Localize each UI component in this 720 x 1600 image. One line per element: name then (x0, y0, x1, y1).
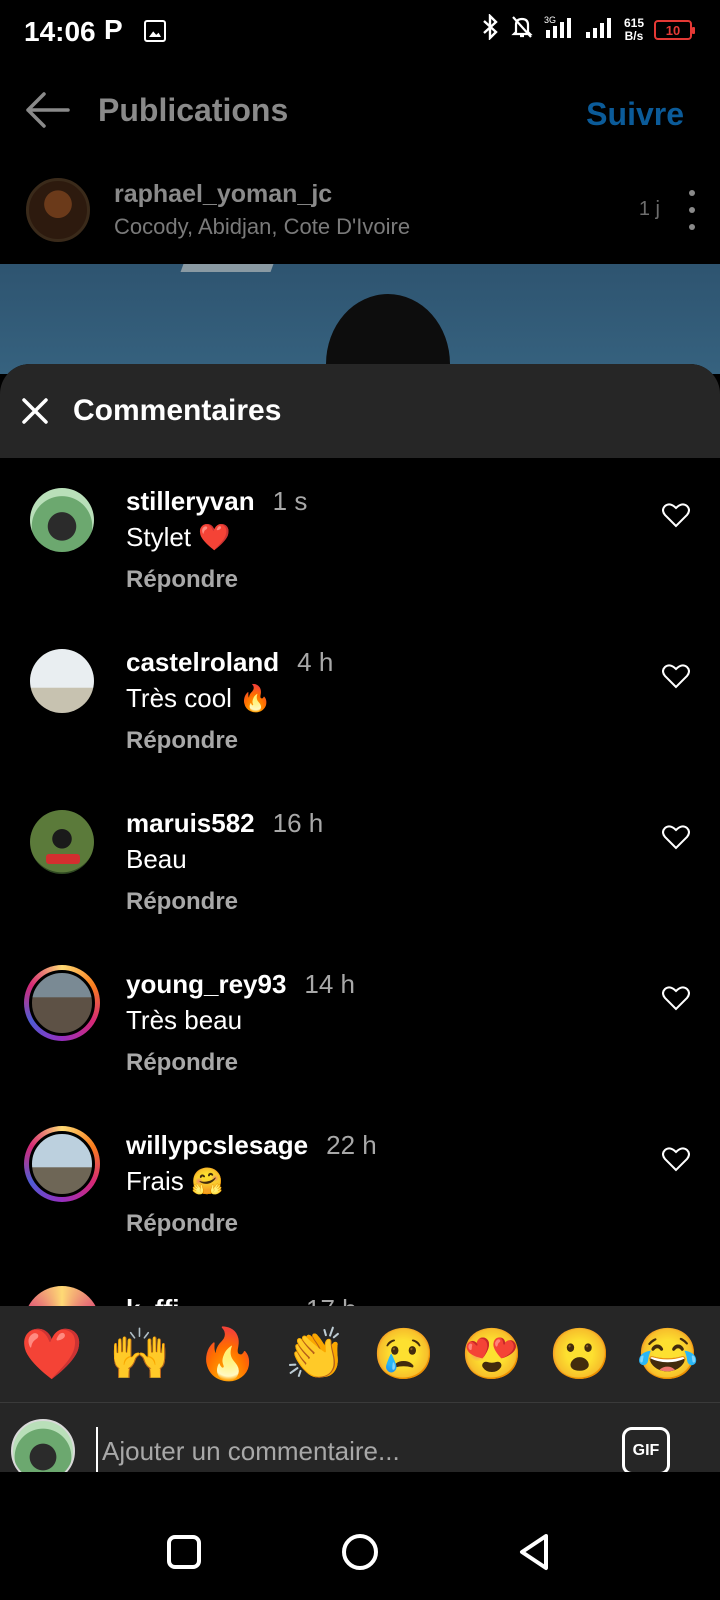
system-navigation-bar (0, 1504, 720, 1600)
commenter-avatar[interactable] (30, 810, 94, 874)
quick-reactions-bar: ❤️ 🙌 🔥 👏 😢 😍 😮 😂 (0, 1306, 720, 1402)
comment-time: 1 s (272, 486, 308, 516)
status-icons: 3G 615 B/s 10 (480, 13, 695, 46)
reaction-clap[interactable]: 👏 (282, 1326, 350, 1382)
comment-time: 17 h (306, 1294, 357, 1306)
comment-time: 16 h (272, 808, 324, 838)
comment-header: castelroland 4 h (126, 647, 333, 678)
comment-item-partial: k_ffi... 17 h (0, 1278, 720, 1306)
reaction-laughing[interactable]: 😂 (634, 1326, 702, 1382)
commenter-username[interactable]: castelroland (126, 647, 279, 677)
comment-text: Beau (126, 844, 187, 874)
back-triangle-icon[interactable] (512, 1528, 560, 1576)
post-photo (0, 264, 720, 374)
post-author: raphael_yoman_jc Cocody, Abidjan, Cote D… (0, 164, 720, 264)
close-icon[interactable] (20, 396, 50, 426)
reaction-heart[interactable]: ❤️ (18, 1326, 86, 1382)
reaction-fire[interactable]: 🔥 (194, 1326, 262, 1382)
more-options-icon[interactable] (684, 190, 700, 230)
status-bar: 14:06 P 3G 615 B/s 10 (0, 0, 720, 64)
reply-button[interactable]: Répondre (126, 566, 238, 594)
comment-item: willypcslesage 22 h Frais 🤗 Répondre (0, 1102, 720, 1266)
comment-time: 14 h (304, 969, 356, 999)
commenter-username[interactable]: stilleryvan (126, 486, 255, 516)
comment-text: Très cool 🔥 (126, 683, 272, 713)
commenter-username[interactable]: willypcslesage (126, 1130, 308, 1160)
mute-icon (510, 14, 534, 46)
follow-button[interactable]: Suivre (586, 96, 684, 133)
network-speed: 615 B/s (623, 16, 644, 43)
comment-time: 22 h (326, 1130, 377, 1160)
reply-button[interactable]: Répondre (126, 1049, 238, 1077)
reply-button[interactable]: Répondre (126, 888, 238, 916)
comment-composer: GIF (0, 1402, 720, 1472)
comment-input[interactable] (96, 1427, 576, 1472)
comments-list[interactable]: stilleryvan 1 s Stylet ❤️ Répondre castel… (0, 458, 720, 1306)
comment-header: young_rey93 14 h (126, 969, 355, 1000)
heart-icon[interactable] (662, 663, 690, 689)
reaction-surprised[interactable]: 😮 (546, 1326, 614, 1382)
commenter-avatar[interactable] (30, 488, 94, 552)
post-location[interactable]: Cocody, Abidjan, Cote D'Ivoire (114, 214, 410, 240)
current-user-avatar (11, 1419, 75, 1472)
back-arrow-icon[interactable] (24, 90, 72, 130)
reply-button[interactable]: Répondre (126, 727, 238, 755)
heart-icon[interactable] (662, 824, 690, 850)
bluetooth-icon (480, 13, 500, 46)
comments-sheet: Commentaires stilleryvan 1 s Stylet ❤️ Ré… (0, 364, 720, 1472)
recents-square-icon[interactable] (160, 1528, 208, 1576)
comment-time: 4 h (297, 647, 334, 677)
commenter-username[interactable]: maruis582 (126, 808, 255, 838)
parking-notification-icon: P (104, 14, 123, 45)
home-circle-icon[interactable] (336, 1528, 384, 1576)
comment-item: young_rey93 14 h Très beau Répondre (0, 941, 720, 1105)
commenter-avatar-story[interactable] (24, 965, 100, 1041)
comment-item: stilleryvan 1 s Stylet ❤️ Répondre (0, 458, 720, 622)
comment-item: maruis582 16 h Beau Répondre (0, 780, 720, 944)
heart-icon[interactable] (662, 985, 690, 1011)
commenter-avatar-story[interactable] (24, 1126, 100, 1202)
comment-item: castelroland 4 h Très cool 🔥 Répondre (0, 619, 720, 783)
page-title: Publications (98, 92, 289, 128)
heart-icon[interactable] (662, 502, 690, 528)
comment-header: maruis582 16 h (126, 808, 323, 839)
commenter-username[interactable]: k_ffi... (126, 1294, 201, 1306)
comment-text: Frais 🤗 (126, 1166, 224, 1196)
signal-3g-icon: 3G (544, 14, 574, 46)
reply-button[interactable]: Répondre (126, 1210, 238, 1238)
post-header: Publications Suivre (0, 64, 720, 164)
commenter-avatar-story[interactable] (24, 1286, 100, 1306)
gif-button[interactable]: GIF (622, 1427, 670, 1472)
comments-header: Commentaires (0, 364, 720, 458)
gallery-notification-icon (144, 20, 166, 42)
post-time: 1 j (638, 198, 660, 220)
battery-icon: 10 (654, 20, 695, 40)
author-username[interactable]: raphael_yoman_jc (114, 180, 332, 209)
reaction-crying[interactable]: 😢 (370, 1326, 438, 1382)
reaction-heart-eyes[interactable]: 😍 (458, 1326, 526, 1382)
reaction-raised-hands[interactable]: 🙌 (106, 1326, 174, 1382)
signal-icon (584, 14, 614, 46)
commenter-username[interactable]: young_rey93 (126, 969, 286, 999)
svg-text:3G: 3G (544, 15, 556, 25)
author-avatar[interactable] (26, 178, 90, 242)
comment-text: Très beau (126, 1005, 243, 1035)
heart-icon[interactable] (662, 1146, 690, 1172)
commenter-avatar[interactable] (30, 649, 94, 713)
comment-header: willypcslesage 22 h (126, 1130, 377, 1161)
status-time: 14:06 (24, 16, 96, 47)
comment-text: Stylet ❤️ (126, 522, 231, 552)
comments-title: Commentaires (73, 394, 282, 427)
comment-header: stilleryvan 1 s (126, 486, 307, 517)
